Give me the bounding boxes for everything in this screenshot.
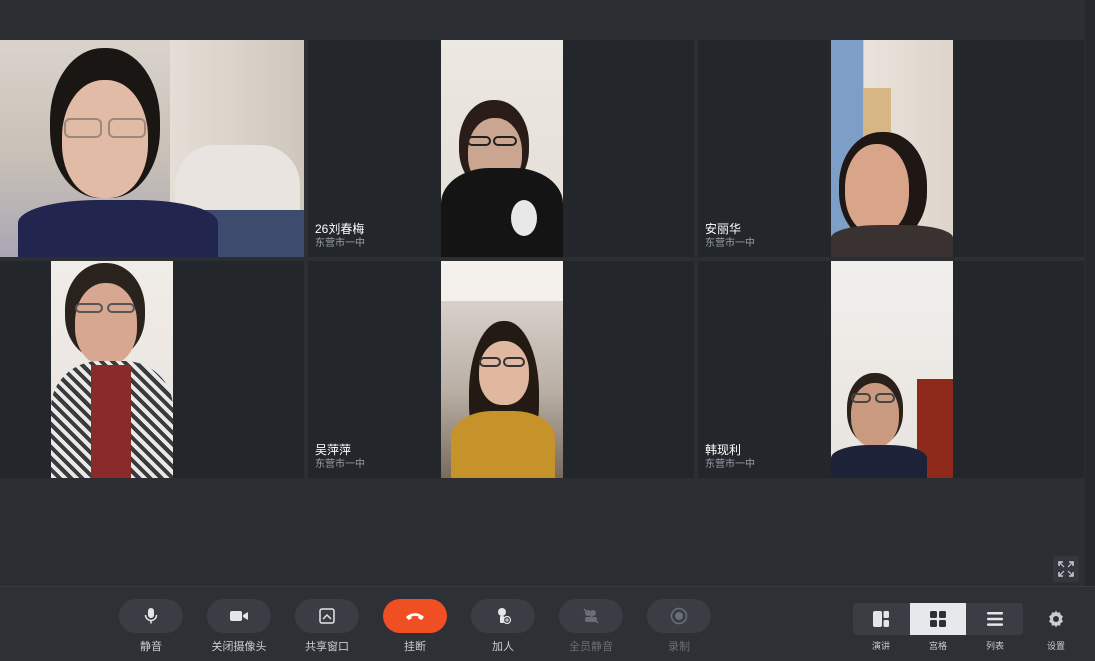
scrollbar[interactable] [1085,0,1095,586]
participant-org: 东营市一中 [705,459,755,470]
mute-button[interactable] [119,599,183,633]
participant-name-block: 吴萍萍 东营市一中 [315,442,365,472]
participant-name: 26刘春梅 [315,222,365,236]
camera-button[interactable] [207,599,271,633]
share-window-button[interactable] [295,599,359,633]
add-person-label: 加人 [492,641,514,653]
camera-label: 关闭摄像头 [211,641,267,653]
participant-tile-6[interactable]: 韩现利 东营市一中 [698,261,1084,478]
participant-tile-5[interactable]: 吴萍萍 东营市一中 [308,261,694,478]
list-layout-icon [987,612,1003,626]
expand-icon [1058,561,1074,577]
fullscreen-button[interactable] [1053,556,1079,582]
grid-view-button[interactable] [910,603,966,635]
participant-video [441,261,563,478]
mute-label: 静音 [140,641,162,653]
participant-name: 韩现利 [705,443,742,457]
speaker-view-label: 演讲 [871,641,890,651]
mute-all-button[interactable] [559,599,623,633]
hang-up-icon [406,613,424,620]
participant-video [0,40,304,257]
participant-org: 东营市一中 [315,459,365,470]
add-person-icon [498,608,512,625]
participant-name-block: 韩现利 东营市一中 [705,442,755,472]
participant-org: 东营市一中 [705,238,755,249]
participant-tile-1[interactable] [0,40,304,257]
participant-video [441,40,563,257]
participant-name: 吴萍萍 [315,443,352,457]
record-label: 录制 [668,641,690,653]
participant-name-block: 26刘春梅 东营市一中 [315,221,365,251]
speaker-layout-icon [873,611,889,627]
video-stage: 26刘春梅 东营市一中 安丽华 东营市一中 吴萍萍 东营市一中 韩现利 东营市一… [0,0,1095,586]
participant-video [831,40,953,257]
list-view-label: 列表 [985,641,1004,651]
list-view-button[interactable] [967,603,1023,635]
microphone-icon [144,608,158,624]
participant-tile-4[interactable] [0,261,304,478]
mute-all-icon [583,608,599,624]
record-button[interactable] [647,599,711,633]
gear-icon[interactable] [1046,609,1066,629]
speaker-view-button[interactable] [853,603,909,635]
grid-layout-icon [930,611,946,627]
video-grid: 26刘春梅 东营市一中 安丽华 东营市一中 吴萍萍 东营市一中 韩现利 东营市一… [0,40,1084,478]
hang-up-label: 挂断 [404,641,426,653]
participant-name: 安丽华 [705,222,742,236]
view-mode-switch [853,603,1023,635]
share-screen-icon [319,608,335,624]
share-label: 共享窗口 [305,641,349,653]
add-person-button[interactable] [471,599,535,633]
participant-video [51,261,173,478]
participant-tile-3[interactable]: 安丽华 东营市一中 [698,40,1084,257]
settings-label: 设置 [1046,641,1065,651]
hang-up-button[interactable] [383,599,447,633]
participant-org: 东营市一中 [315,238,365,249]
video-camera-icon [230,611,248,621]
participant-tile-2[interactable]: 26刘春梅 东营市一中 [308,40,694,257]
participant-video [831,261,953,478]
meeting-toolbar: 静音 关闭摄像头 共享窗口 挂断 加人 全员静音 录制 演讲 宫格 列表 设置 [0,586,1095,661]
participant-name-block: 安丽华 东营市一中 [705,221,755,251]
mute-all-label: 全员静音 [569,641,613,653]
record-icon [670,607,688,625]
grid-view-label: 宫格 [928,641,947,651]
